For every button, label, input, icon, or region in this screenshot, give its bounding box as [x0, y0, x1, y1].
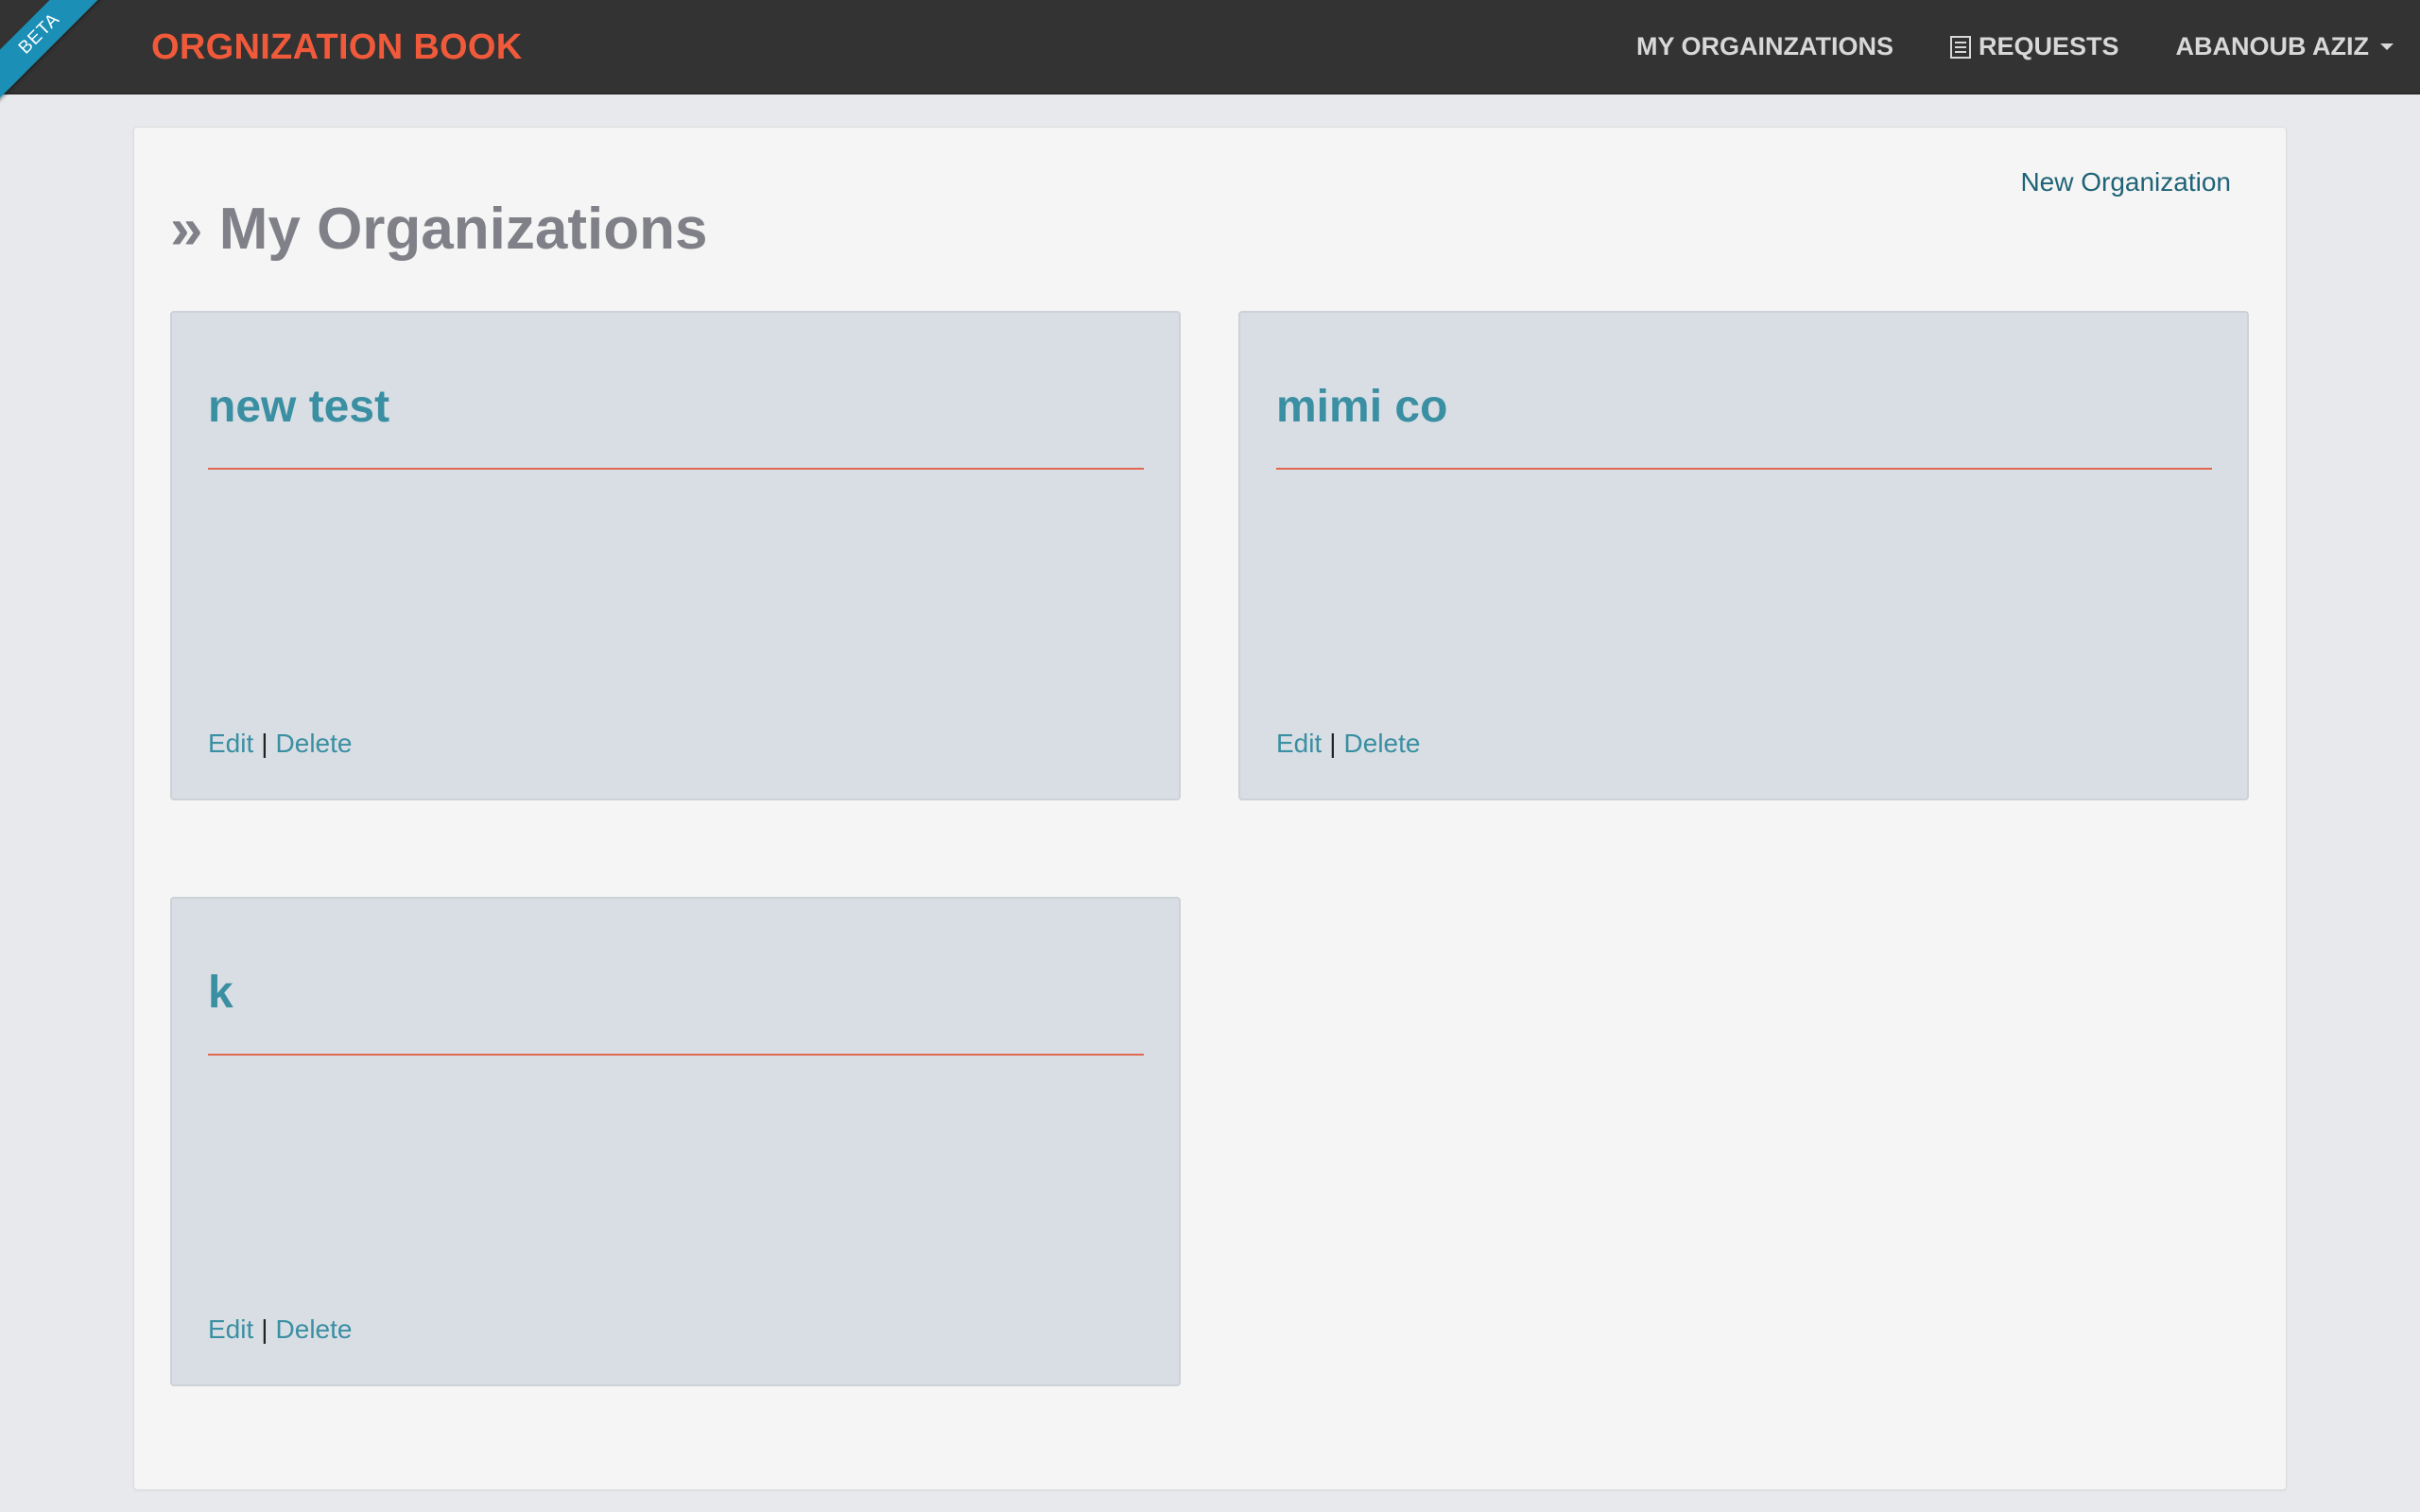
caret-down-icon	[2380, 43, 2394, 50]
delete-link[interactable]: Delete	[276, 729, 353, 758]
organization-card: new test Edit | Delete	[170, 311, 1181, 800]
card-actions: Edit | Delete	[1276, 729, 1420, 759]
delete-link[interactable]: Delete	[276, 1314, 353, 1344]
main-container: New Organization » My Organizations new …	[133, 127, 2287, 1490]
nav-user-label: ABANOUB AZIZ	[2175, 32, 2369, 60]
nav-requests[interactable]: REQUESTS	[1949, 32, 2119, 61]
list-icon	[1949, 35, 1971, 59]
nav-my-organizations-label: MY ORGAINZATIONS	[1635, 32, 1893, 60]
title-prefix: »	[170, 197, 203, 262]
edit-link[interactable]: Edit	[1276, 729, 1322, 758]
organization-card: k Edit | Delete	[170, 897, 1181, 1386]
top-navbar: BETA ORGNIZATION BOOK MY ORGAINZATIONS R…	[0, 0, 2420, 113]
delete-link[interactable]: Delete	[1344, 729, 1421, 758]
card-divider	[208, 468, 1144, 470]
organization-name: mimi co	[1276, 382, 1448, 432]
card-divider	[1276, 468, 2212, 470]
edit-link[interactable]: Edit	[208, 729, 253, 758]
action-separator: |	[261, 729, 268, 758]
card-actions: Edit | Delete	[208, 1314, 352, 1345]
nav-my-organizations[interactable]: MY ORGAINZATIONS	[1636, 32, 1893, 61]
organization-name: k	[208, 968, 233, 1018]
brand-logo-link[interactable]: ORGNIZATION BOOK	[151, 27, 523, 68]
new-organization-link[interactable]: New Organization	[2020, 167, 2231, 198]
nav-requests-label: REQUESTS	[1978, 32, 2119, 60]
organization-name: new test	[208, 382, 390, 432]
beta-ribbon: BETA	[0, 0, 113, 113]
title-text: My Organizations	[218, 197, 708, 262]
navbar-menu: MY ORGAINZATIONS REQUESTS ABANOUB AZIZ	[1580, 32, 2394, 61]
beta-ribbon-wrapper: BETA	[0, 0, 113, 113]
action-separator: |	[261, 1314, 268, 1344]
page-title: » My Organizations	[170, 196, 707, 263]
card-actions: Edit | Delete	[208, 729, 352, 759]
edit-link[interactable]: Edit	[208, 1314, 253, 1344]
nav-user-dropdown[interactable]: ABANOUB AZIZ	[2176, 32, 2394, 61]
organization-card: mimi co Edit | Delete	[1238, 311, 2249, 800]
action-separator: |	[1329, 729, 1337, 758]
card-divider	[208, 1054, 1144, 1056]
